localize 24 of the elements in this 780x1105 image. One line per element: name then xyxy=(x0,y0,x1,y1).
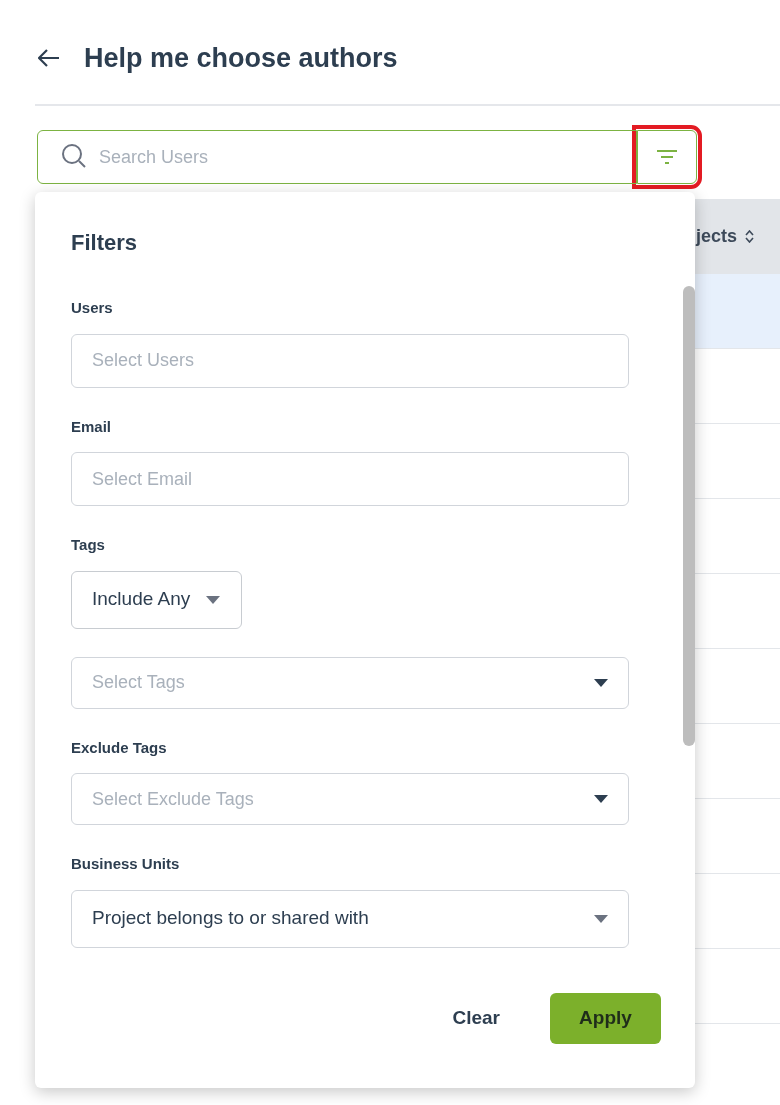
select-field[interactable]: Project belongs to or shared with xyxy=(71,889,629,948)
page-title: Help me choose authors xyxy=(84,41,398,75)
caret-icon xyxy=(594,795,608,803)
field-label: Tags xyxy=(71,535,106,555)
search-field[interactable]: Search Users xyxy=(37,130,637,184)
dropdown-button[interactable]: Include Any xyxy=(71,570,242,629)
caret-icon xyxy=(594,678,608,687)
panel-title: Filters xyxy=(71,229,139,257)
sort-icon[interactable] xyxy=(745,230,754,243)
filter-icon xyxy=(657,150,677,164)
field-label: Users xyxy=(71,298,114,318)
scrollbar[interactable] xyxy=(683,286,695,746)
apply-button[interactable]: Apply xyxy=(550,992,661,1044)
field-label: Email xyxy=(71,416,113,437)
column-header[interactable]: jects xyxy=(695,223,737,250)
search-icon xyxy=(61,143,87,169)
caret-icon xyxy=(206,595,221,604)
input-field[interactable]: Select Users xyxy=(71,333,629,388)
clear-button[interactable]: Clear xyxy=(432,992,520,1044)
field-label: Business Units xyxy=(71,854,181,874)
field-label: Exclude Tags xyxy=(71,737,168,758)
input-field[interactable]: Select Email xyxy=(71,452,629,506)
caret-icon xyxy=(594,914,608,923)
back-arrow-icon[interactable] xyxy=(38,49,60,67)
